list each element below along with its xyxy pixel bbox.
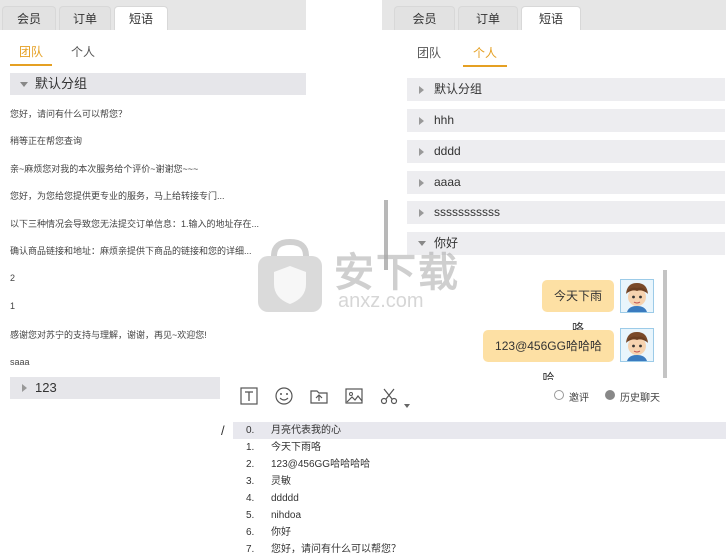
rate-invite-button[interactable]: 邀评 (569, 389, 589, 404)
phrase-item[interactable]: 确认商品链接和地址：麻烦亲提供下商品的链接和您的详细... (10, 244, 278, 257)
suggestion-item[interactable]: 1. 今天下雨咯 (233, 439, 726, 456)
suggestion-item[interactable]: 5. nihdoa (233, 507, 726, 524)
right-tab-bar: 会员 订单 短语 (382, 0, 726, 30)
phrase-item[interactable]: 1 (10, 301, 278, 311)
chat-scrollbar[interactable] (663, 270, 667, 378)
emoji-icon[interactable] (274, 386, 294, 406)
subtab-team[interactable]: 团队 (10, 42, 52, 66)
group-dddd[interactable]: dddd (407, 140, 725, 163)
scissors-icon[interactable] (379, 386, 399, 406)
phrase-item[interactable]: 感谢您对苏宁的支持与理解，谢谢，再见~欢迎您! (10, 328, 220, 341)
subtab-personal[interactable]: 个人 (62, 42, 104, 64)
group-hhh[interactable]: hhh (407, 109, 725, 132)
right-phrase-panel: 会员 订单 短语 团队 个人 默认分组 hhh dddd aaaa ssssss… (382, 0, 726, 385)
image-icon[interactable] (344, 386, 364, 406)
group-aaaa[interactable]: aaaa (407, 171, 725, 194)
watermark-subtext: anxz.com (338, 290, 424, 312)
tab-phrases[interactable]: 短语 (114, 6, 168, 30)
expand-arrow-icon (419, 117, 424, 125)
clock-icon (605, 390, 615, 400)
watermark-logo: 安下载 anxz.com (250, 238, 480, 316)
collapse-arrow-icon (20, 82, 28, 87)
phrase-suggestion-list: 0. 月亮代表我的心 1. 今天下雨咯 2. 123@456GG哈哈哈哈 3. 灵敏 4… (233, 421, 726, 560)
subtab-team[interactable]: 团队 (407, 43, 451, 65)
tab-member[interactable]: 会员 (2, 6, 56, 30)
avatar (620, 328, 654, 362)
history-chat-button[interactable]: 历史聊天 (620, 389, 660, 404)
group-label: dddd (434, 144, 461, 158)
screenshot-dropdown-icon[interactable] (404, 404, 410, 408)
group-label: 默认分组 (434, 82, 483, 96)
group-default[interactable]: 默认分组 (407, 78, 725, 101)
tab-order[interactable]: 订单 (59, 6, 111, 30)
phrase-item[interactable]: 您好，为您给您提供更专业的服务，马上给转接专门... (10, 189, 278, 202)
left-tab-bar: 会员 订单 短语 (0, 0, 306, 30)
message-bubble[interactable]: 今天下雨咯 (542, 280, 614, 335)
chat-toolbar: 邀评 历史聊天 (220, 380, 672, 422)
expand-arrow-icon (419, 86, 424, 94)
tab-member[interactable]: 会员 (394, 6, 455, 30)
phrase-item[interactable]: 2 (10, 273, 278, 283)
message-bubble[interactable]: 123@456GG哈哈哈哈 (483, 330, 614, 385)
text-format-icon[interactable] (239, 386, 259, 406)
suggestion-item[interactable]: 7. 您好，请问有什么可以帮您？ (233, 541, 726, 558)
right-subtabs: 团队 个人 (407, 43, 537, 67)
avatar (620, 279, 654, 313)
phrase-item[interactable]: 亲~麻烦您对我的本次服务给个评价~谢谢您~~~ (10, 162, 278, 175)
group-label: sssssssssss (434, 205, 500, 219)
left-subtabs: 团队 个人 (10, 42, 130, 66)
group-label: 默认分组 (35, 76, 88, 91)
group-default[interactable]: 默认分组 (10, 73, 306, 95)
phrase-item[interactable]: 您好，请问有什么可以帮您？ (10, 107, 278, 120)
rate-icon (554, 390, 564, 400)
tab-order[interactable]: 订单 (458, 6, 518, 30)
group-sssssssssss[interactable]: sssssssssss (407, 201, 725, 224)
phrase-item[interactable]: 以下三种情况会导致您无法提交订单信息：1.输入的地址存在... (10, 217, 278, 230)
group-123[interactable]: 123 (10, 377, 220, 399)
expand-arrow-icon (419, 179, 424, 187)
group-label: hhh (434, 113, 455, 127)
expand-arrow-icon (419, 209, 424, 217)
phrase-item[interactable]: 稍等正在帮您查询 (10, 134, 278, 147)
group-label: aaaa (434, 175, 461, 189)
shield-bag-icon (258, 238, 322, 312)
group-label: 123 (35, 380, 57, 395)
suggestion-item[interactable]: 4. ddddd (233, 490, 726, 507)
input-slash-text[interactable]: / (221, 423, 225, 438)
expand-arrow-icon (419, 148, 424, 156)
suggestion-item[interactable]: 0. 月亮代表我的心 (233, 422, 726, 439)
expand-arrow-icon (22, 384, 27, 392)
suggestion-item[interactable]: 6. 你好 (233, 524, 726, 541)
suggestion-item[interactable]: 2. 123@456GG哈哈哈哈 (233, 456, 726, 473)
subtab-personal[interactable]: 个人 (463, 43, 507, 67)
tab-phrases[interactable]: 短语 (521, 6, 581, 30)
phrase-item[interactable]: saaa (10, 357, 278, 367)
folder-upload-icon[interactable] (309, 386, 329, 406)
suggestion-item[interactable]: 3. 灵敏 (233, 473, 726, 490)
